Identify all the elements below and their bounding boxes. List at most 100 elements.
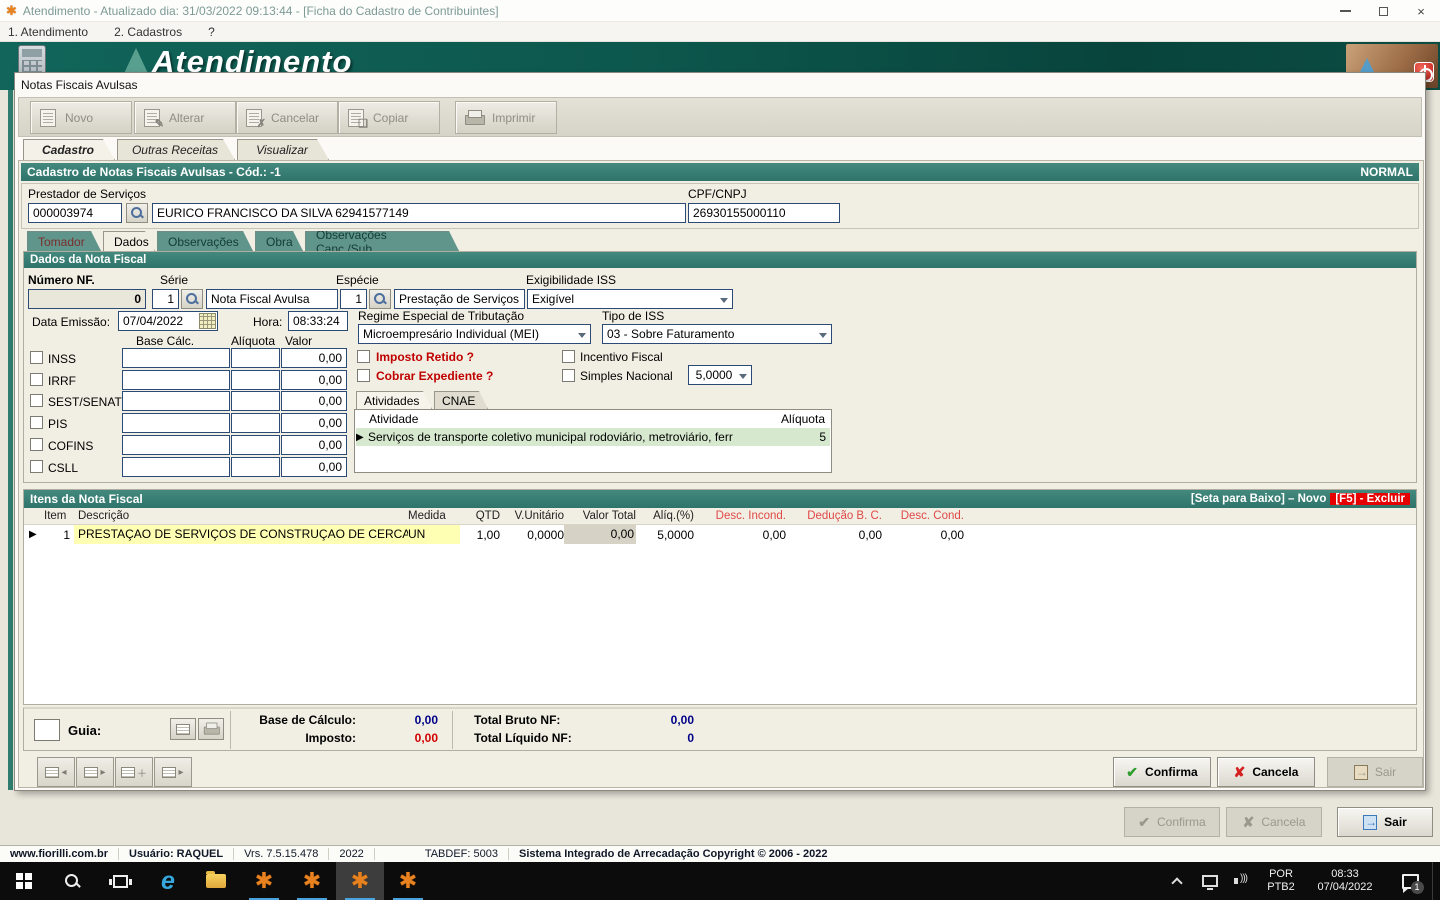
tab-atividades[interactable]: Atividades [356,391,432,409]
fiorilli-app-3-button[interactable]: ✱ [336,862,384,900]
taskbar-search-button[interactable] [48,862,96,900]
cobrar-expediente-checkbox[interactable] [357,369,370,382]
prestador-code-field[interactable]: 000003974 [28,203,122,223]
prestador-search-button[interactable] [126,203,148,223]
csll-valor-field[interactable]: 0,00 [281,457,347,477]
tab-cadastro[interactable]: Cadastro [23,139,115,160]
pis-aliq-field[interactable] [231,413,280,433]
guia-print-button[interactable] [170,718,196,740]
inss-valor-field[interactable]: 0,00 [281,348,347,368]
tipo-iss-select[interactable]: 03 - Sobre Faturamento [602,324,832,344]
regime-label: Regime Especial de Tributação [358,309,525,323]
fiorilli-app-4-button[interactable]: ✱ [384,862,432,900]
task-view-button[interactable] [96,862,144,900]
pis-checkbox[interactable] [30,416,43,429]
pis-base-field[interactable] [122,413,230,433]
parent-sair-button[interactable]: Sair [1337,807,1433,837]
alterar-button[interactable]: ✎ Alterar [134,101,236,134]
irrf-valor-field[interactable]: 0,00 [281,370,347,390]
show-desktop-button[interactable] [1432,862,1440,900]
maximize-button[interactable] [1364,0,1402,22]
record-prev-button[interactable]: ▸ [76,757,114,787]
language-tray-button[interactable]: POR PTB2 [1260,862,1302,900]
parent-confirma-button[interactable]: ✔ Confirma [1124,807,1220,837]
sest-aliq-field[interactable] [231,391,280,411]
tab-visualizar[interactable]: Visualizar [237,139,329,160]
pis-valor-field[interactable]: 0,00 [281,413,347,433]
cpf-field[interactable]: 26930155000110 [688,203,840,223]
notification-center-button[interactable]: 1 [1388,862,1432,900]
imprimir-button[interactable]: Imprimir [455,101,557,134]
volume-tray-button[interactable] [1226,862,1260,900]
sair-button[interactable]: Sair [1327,757,1423,787]
simples-aliquota-select[interactable]: 5,0000 [688,365,752,385]
serie-desc-field[interactable]: Nota Fiscal Avulsa [206,289,338,309]
minimize-button[interactable] [1326,0,1364,22]
tab-observacoes[interactable]: Observações [157,231,253,251]
csll-checkbox[interactable] [30,460,43,473]
tab-observacoes-canc[interactable]: Observações Canc./Sub. [305,231,459,251]
clock-tray-button[interactable]: 08:33 07/04/2022 [1302,862,1388,900]
tab-outras-receitas[interactable]: Outras Receitas [117,139,235,160]
record-insert-button[interactable]: ＋ [115,757,153,787]
serie-search-button[interactable] [181,289,203,309]
irrf-checkbox[interactable] [30,373,43,386]
inss-aliq-field[interactable] [231,348,280,368]
file-explorer-button[interactable] [192,862,240,900]
copiar-button[interactable]: ❏ Copiar [338,101,440,134]
fiorilli-app-1-button[interactable]: ✱ [240,862,288,900]
serie-field[interactable]: 1 [152,289,179,309]
especie-field[interactable]: 1 [340,289,367,309]
record-first-button[interactable]: ◂ [37,757,75,787]
tab-cnae[interactable]: CNAE [434,391,488,409]
incentivo-checkbox[interactable] [562,350,575,363]
menu-atendimento[interactable]: 1. Atendimento [8,25,88,39]
irrf-aliq-field[interactable] [231,370,280,390]
sest-base-field[interactable] [122,391,230,411]
csll-base-field[interactable] [122,457,230,477]
simples-checkbox[interactable] [562,369,575,382]
item-row[interactable]: ▶ 1 PRESTAÇAO DE SERVIÇOS DE CONSTRUÇAO … [24,525,1416,544]
confirma-button[interactable]: ✔ Confirma [1113,757,1211,787]
numero-nf-field[interactable]: 0 [28,289,146,309]
guia-preview-button[interactable] [198,718,224,740]
guia-checkbox[interactable] [34,719,60,741]
cofins-checkbox[interactable] [30,438,43,451]
cofins-aliq-field[interactable] [231,435,280,455]
cofins-valor-field[interactable]: 0,00 [281,435,347,455]
hora-field[interactable]: 08:33:24 [288,311,348,331]
menu-cadastros[interactable]: 2. Cadastros [114,25,182,39]
tab-dados[interactable]: Dados [103,231,155,251]
inss-checkbox[interactable] [30,351,43,364]
atividade-row[interactable]: ▶ Serviços de transporte coletivo munici… [356,428,830,446]
sest-valor-field[interactable]: 0,00 [281,391,347,411]
close-button[interactable]: × [1402,0,1440,22]
especie-desc-field[interactable]: Prestação de Serviços [394,289,525,309]
regime-select[interactable]: Microempresário Individual (MEI) [358,324,591,344]
prestador-name-field[interactable]: EURICO FRANCISCO DA SILVA 62941577149 [152,203,686,223]
cancelar-button[interactable]: ✗ Cancelar [236,101,338,134]
sest-checkbox[interactable] [30,394,43,407]
tray-expand-button[interactable] [1160,862,1194,900]
internet-explorer-button[interactable]: e [144,862,192,900]
irrf-base-field[interactable] [122,370,230,390]
record-last-button[interactable]: ▸ [154,757,192,787]
start-button[interactable] [0,862,48,900]
especie-search-button[interactable] [369,289,391,309]
cancela-button[interactable]: ✘ Cancela [1217,757,1315,787]
network-tray-button[interactable] [1194,862,1226,900]
csll-aliq-field[interactable] [231,457,280,477]
imposto-retido-checkbox[interactable] [357,350,370,363]
calendar-icon[interactable] [199,313,216,329]
fiorilli-app-2-button[interactable]: ✱ [288,862,336,900]
parent-cancela-button[interactable]: ✘ Cancela [1226,807,1322,837]
novo-button[interactable]: Novo [30,101,132,134]
tab-tomador[interactable]: Tomador [27,231,101,251]
title-bar: ✱ Atendimento - Atualizado dia: 31/03/20… [0,0,1440,22]
tab-obra[interactable]: Obra [255,231,303,251]
menu-help[interactable]: ? [208,25,215,39]
exigibilidade-select[interactable]: Exigível [527,289,733,309]
cofins-base-field[interactable] [122,435,230,455]
inss-base-field[interactable] [122,348,230,368]
data-emissao-field[interactable]: 07/04/2022 [118,311,218,331]
